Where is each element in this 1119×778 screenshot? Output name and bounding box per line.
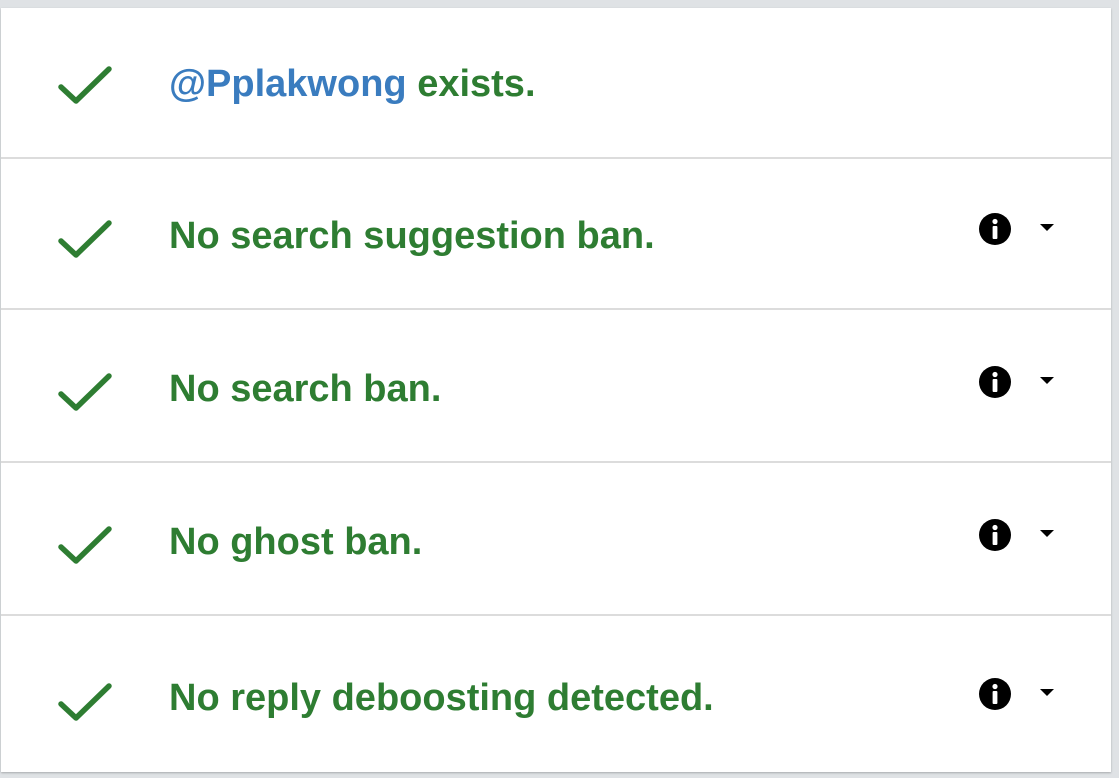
result-label: No search ban.: [169, 368, 442, 410]
result-label: No ghost ban.: [169, 521, 423, 563]
exists-label: @Pplakwong exists.: [169, 62, 536, 106]
account-handle[interactable]: @Pplakwong: [169, 63, 407, 105]
exists-text: exists.: [406, 63, 536, 105]
ban-check-results-card: @Pplakwong exists. No search suggestion …: [1, 8, 1111, 772]
result-row-search-suggestion-ban[interactable]: No search suggestion ban.: [1, 159, 1111, 310]
result-row-ghost-ban[interactable]: No ghost ban.: [1, 465, 1111, 616]
check-icon: [58, 683, 112, 721]
check-icon: [58, 220, 112, 258]
result-label: No reply deboosting detected.: [169, 677, 714, 719]
result-row-search-ban[interactable]: No search ban.: [1, 312, 1111, 463]
info-icon[interactable]: [977, 517, 1013, 553]
result-row-reply-deboosting[interactable]: No reply deboosting detected.: [1, 618, 1111, 770]
check-icon: [58, 373, 112, 411]
result-label: No search suggestion ban.: [169, 215, 655, 257]
check-icon: [58, 66, 112, 104]
info-icon[interactable]: [977, 364, 1013, 400]
caret-down-icon[interactable]: [1037, 375, 1057, 387]
info-icon[interactable]: [977, 211, 1013, 247]
caret-down-icon[interactable]: [1037, 222, 1057, 234]
caret-down-icon[interactable]: [1037, 687, 1057, 699]
caret-down-icon[interactable]: [1037, 528, 1057, 540]
info-icon[interactable]: [977, 676, 1013, 712]
check-icon: [58, 526, 112, 564]
result-row-exists: @Pplakwong exists.: [1, 8, 1111, 159]
